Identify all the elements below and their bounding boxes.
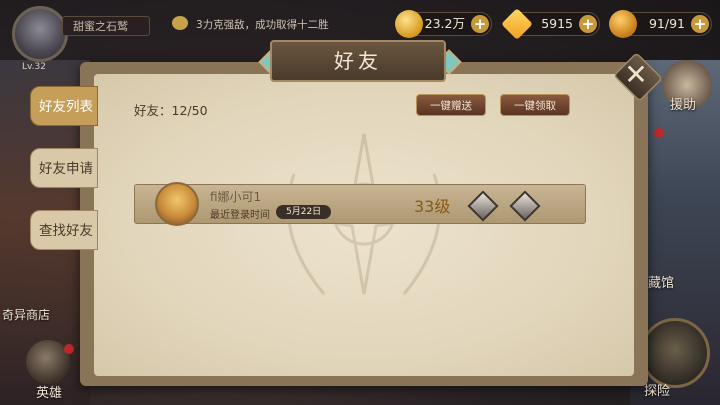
claim-all-button[interactable]: 一键领取 xyxy=(500,94,570,116)
gold-resource: 23.2万 + xyxy=(395,10,492,38)
friend-count: 好友：12/50 xyxy=(134,103,208,118)
tab-friend-requests[interactable]: 好友申请 xyxy=(30,148,98,188)
hero-label[interactable]: 英雄 xyxy=(36,382,62,401)
send-all-button[interactable]: 一键赠送 xyxy=(416,94,486,116)
stamina-icon xyxy=(609,10,637,38)
add-gold-button[interactable]: + xyxy=(471,15,489,33)
chat-icon[interactable] xyxy=(172,16,188,30)
chat-message[interactable]: 3力克强敌，成功取得十二胜 xyxy=(196,17,329,32)
stamina-resource: 91/91 + xyxy=(609,10,712,38)
panel-title: 好友 xyxy=(270,40,446,82)
gem-icon xyxy=(501,8,533,40)
notification-badge xyxy=(654,128,664,138)
add-stamina-button[interactable]: + xyxy=(691,15,709,33)
explore-icon[interactable] xyxy=(640,318,710,388)
shop-label[interactable]: 奇异商店 xyxy=(2,306,50,323)
player-level: Lv.32 xyxy=(22,62,46,72)
close-icon[interactable]: ✕ xyxy=(620,54,652,96)
gold-coin-icon xyxy=(395,10,423,38)
hero-notification-badge xyxy=(64,344,74,354)
last-login-label: 最近登录时间 xyxy=(210,210,270,221)
player-name: 甜蜜之石鹫 xyxy=(62,16,150,36)
stamina-value: 91/91 xyxy=(648,16,685,31)
last-login-date: 5月22日 xyxy=(276,205,332,219)
friend-name: fi娜小可1 xyxy=(210,190,262,204)
explore-label[interactable]: 探险 xyxy=(644,380,670,399)
gem-resource: 5915 + xyxy=(501,8,600,40)
collection-label[interactable]: 藏馆 xyxy=(648,272,674,291)
tab-friend-list[interactable]: 好友列表 xyxy=(30,86,98,126)
help-label[interactable]: 援助 xyxy=(670,94,696,113)
tab-find-friends[interactable]: 查找好友 xyxy=(30,210,98,250)
add-gem-button[interactable]: + xyxy=(579,15,597,33)
player-avatar[interactable] xyxy=(12,6,68,62)
friend-avatar[interactable] xyxy=(155,182,199,226)
friend-level: 33级 xyxy=(414,197,451,216)
gem-value: 5915 xyxy=(541,16,573,31)
gold-value: 23.2万 xyxy=(424,16,465,31)
